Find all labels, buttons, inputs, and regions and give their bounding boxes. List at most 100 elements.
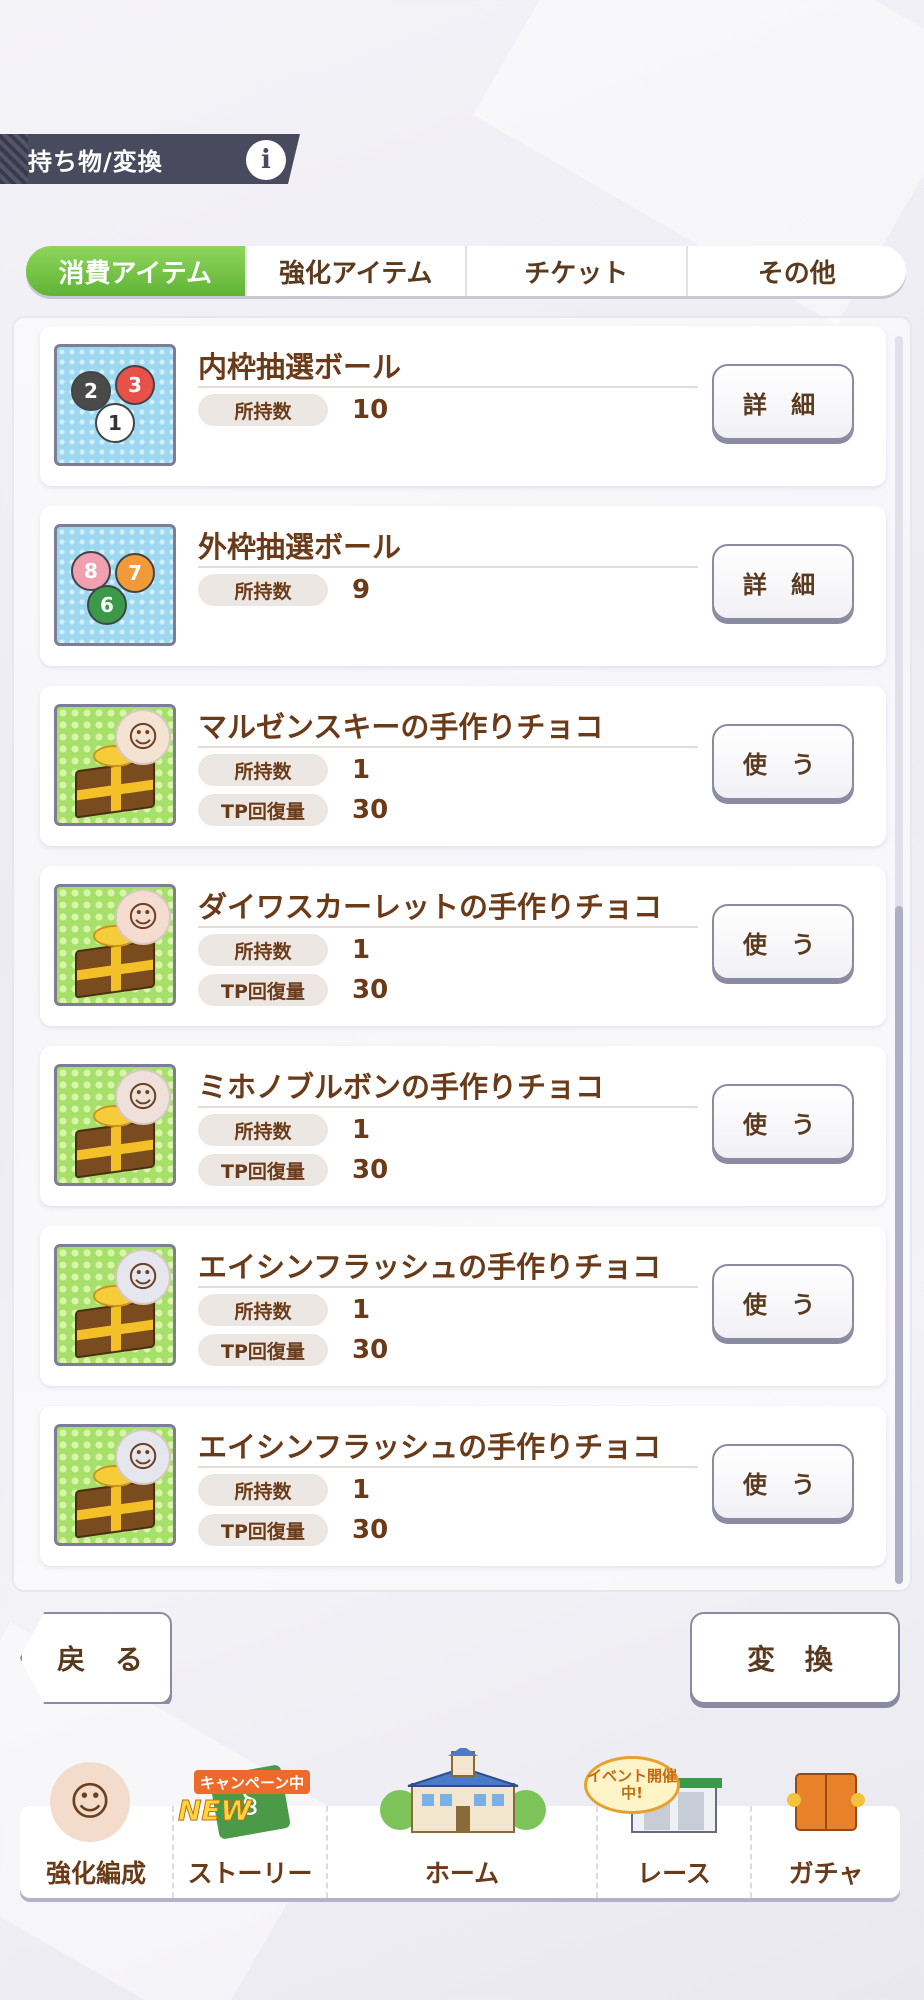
stat-label: 所持数 (198, 754, 328, 786)
stat-row: 所持数 1 (198, 1114, 370, 1146)
info-icon[interactable]: i (246, 140, 286, 180)
gift-box-icon (75, 1299, 155, 1359)
category-tabs: 消費アイテム 強化アイテム チケット その他 (26, 246, 906, 296)
ball-icon: 1 (95, 403, 135, 443)
item-name: エイシンフラッシュの手作りチョコ (198, 1430, 662, 1464)
stat-row: 所持数 1 (198, 1474, 370, 1506)
item-name: 外枠抽選ボール (198, 530, 402, 564)
stat-row: TP回復量 30 (198, 974, 388, 1006)
nav-item-home[interactable]: ホーム (326, 1748, 596, 1898)
gift-box-icon (75, 1119, 155, 1179)
stat-row: 所持数 1 (198, 1294, 370, 1326)
stat-row: 所持数 1 (198, 754, 370, 786)
gacha-door-icon (786, 1770, 866, 1832)
divider (198, 1286, 698, 1288)
stat-row: TP回復量 30 (198, 1334, 388, 1366)
divider (198, 386, 698, 388)
stat-label: TP回復量 (198, 974, 328, 1006)
list-item: 8 7 6 外枠抽選ボール 所持数 9 詳 細 (40, 506, 886, 666)
stat-row: TP回復量 30 (198, 1514, 388, 1546)
stat-value: 1 (352, 755, 371, 785)
divider (198, 926, 698, 928)
ball-icon: 7 (115, 553, 155, 593)
use-button[interactable]: 使 う (712, 1444, 854, 1520)
nav-label: 強化編成 (45, 1859, 146, 1888)
details-button[interactable]: 詳 細 (712, 364, 854, 440)
back-button[interactable]: 戻 る (20, 1612, 172, 1704)
nav-item-enhance-formation[interactable]: ☺ 強化編成 (20, 1762, 172, 1898)
stat-label: 所持数 (198, 1474, 328, 1506)
divider (198, 566, 698, 568)
convert-button[interactable]: 変 換 (690, 1612, 900, 1704)
stat-row: 所持数 1 (198, 934, 370, 966)
stat-value: 30 (352, 795, 389, 825)
tab-tickets[interactable]: チケット (465, 246, 686, 296)
stat-value: 9 (352, 575, 371, 605)
stat-label: 所持数 (198, 1114, 328, 1146)
ball-icon: 3 (115, 365, 155, 405)
gift-box-icon (75, 759, 155, 819)
event-badge: イベント開催中! (584, 1756, 680, 1814)
stat-value: 30 (352, 1335, 389, 1365)
use-button[interactable]: 使 う (712, 724, 854, 800)
gift-chocolate-icon: ☺ (54, 704, 176, 826)
stat-value: 1 (352, 1295, 371, 1325)
nav-label: ガチャ (788, 1859, 864, 1888)
item-name: ミホノブルボンの手作りチョコ (198, 1070, 605, 1104)
item-name: ダイワスカーレットの手作りチョコ (198, 890, 663, 924)
bottom-nav: ☺ 強化編成 § ストーリー ホーム レース ガチャ (20, 1748, 900, 1898)
stat-row: 所持数 9 (198, 574, 370, 606)
stat-row: 所持数 10 (198, 394, 388, 426)
item-name: エイシンフラッシュの手作りチョコ (198, 1250, 662, 1284)
stat-value: 30 (352, 1155, 389, 1185)
divider (198, 1106, 698, 1108)
stat-label: TP回復量 (198, 1154, 328, 1186)
stat-label: TP回復量 (198, 1334, 328, 1366)
stat-label: 所持数 (198, 1294, 328, 1326)
stat-label: TP回復量 (198, 1514, 328, 1546)
item-name: マルゼンスキーの手作りチョコ (198, 710, 604, 744)
use-button[interactable]: 使 う (712, 1084, 854, 1160)
gift-box-icon (75, 1479, 155, 1539)
ball-icon: 6 (87, 585, 127, 625)
outer-lottery-balls-icon: 8 7 6 (54, 524, 176, 646)
details-button[interactable]: 詳 細 (712, 544, 854, 620)
nav-label: ホーム (424, 1859, 500, 1888)
stat-value: 30 (352, 1515, 389, 1545)
gift-chocolate-icon: ☺ (54, 884, 176, 1006)
divider (198, 746, 698, 748)
scrollbar[interactable] (895, 336, 903, 1584)
list-item: ☺ マルゼンスキーの手作りチョコ 所持数 1 TP回復量 30 使 う (40, 686, 886, 846)
item-name: 内枠抽選ボール (198, 350, 402, 384)
nav-label: レース (637, 1859, 711, 1888)
nav-item-gacha[interactable]: ガチャ (750, 1773, 900, 1898)
use-button[interactable]: 使 う (712, 1264, 854, 1340)
gift-chocolate-icon: ☺ (54, 1424, 176, 1546)
stat-label: 所持数 (198, 934, 328, 966)
list-item: 2 3 1 内枠抽選ボール 所持数 10 詳 細 (40, 326, 886, 486)
tab-enhancement-items[interactable]: 強化アイテム (244, 246, 466, 296)
gift-chocolate-icon: ☺ (54, 1244, 176, 1366)
gift-chocolate-icon: ☺ (54, 1064, 176, 1186)
campaign-badge: キャンペーン中 (194, 1770, 310, 1794)
list-item: ☺ エイシンフラッシュの手作りチョコ 所持数 1 TP回復量 30 使 う (40, 1226, 886, 1386)
character-face-icon: ☺ (115, 1429, 171, 1485)
stat-row: TP回復量 30 (198, 794, 388, 826)
school-building-icon (378, 1748, 548, 1838)
stat-value: 1 (352, 935, 371, 965)
stat-row: TP回復量 30 (198, 1154, 388, 1186)
tab-others[interactable]: その他 (685, 246, 907, 296)
character-portrait-icon: ☺ (50, 1762, 130, 1842)
list-item: ☺ エイシンフラッシュの手作りチョコ 所持数 1 TP回復量 30 使 う (40, 1406, 886, 1566)
stat-label: 所持数 (198, 574, 328, 606)
inner-lottery-balls-icon: 2 3 1 (54, 344, 176, 466)
stat-label: TP回復量 (198, 794, 328, 826)
divider (198, 1466, 698, 1468)
use-button[interactable]: 使 う (712, 904, 854, 980)
character-face-icon: ☺ (115, 709, 171, 765)
character-face-icon: ☺ (115, 889, 171, 945)
scrollbar-thumb[interactable] (895, 906, 903, 1584)
nav-item-race[interactable]: レース (596, 1778, 750, 1898)
gift-box-icon (75, 939, 155, 999)
tab-consumable-items[interactable]: 消費アイテム (26, 246, 245, 296)
